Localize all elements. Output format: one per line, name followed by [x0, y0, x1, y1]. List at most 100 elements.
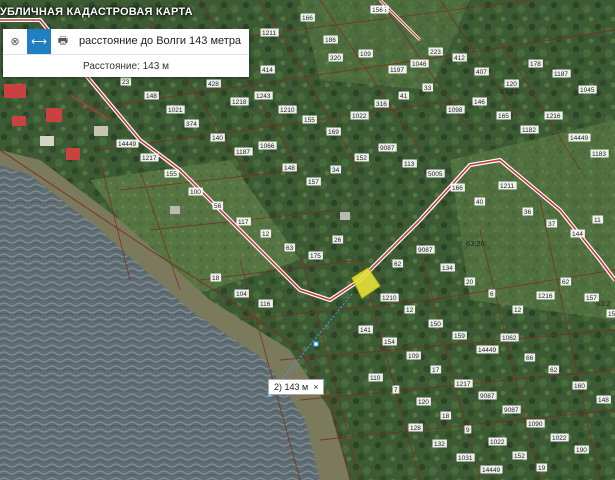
plot-label[interactable]: 113 [402, 159, 417, 169]
plot-label[interactable]: 12 [404, 305, 416, 315]
plot-label[interactable]: 120 [504, 79, 519, 89]
plot-label[interactable]: 1022 [550, 433, 569, 443]
plot-label[interactable]: 1062 [500, 333, 519, 343]
plot-label[interactable]: 1183 [590, 149, 609, 159]
plot-label[interactable]: 1217 [140, 153, 159, 163]
plot-label[interactable]: 66 [524, 353, 536, 363]
plot-label[interactable]: 134 [440, 263, 455, 273]
plot-label[interactable]: 26 [332, 235, 344, 245]
plot-label[interactable]: 159 [452, 331, 467, 341]
plot-label[interactable]: 223 [428, 47, 443, 57]
plot-label[interactable]: 1046 [410, 59, 429, 69]
close-icon[interactable]: × [313, 380, 318, 394]
plot-label[interactable]: 109 [406, 351, 421, 361]
plot-label[interactable]: 104 [234, 289, 249, 299]
plot-label[interactable]: 1218 [230, 97, 249, 107]
plot-label[interactable]: 62 [548, 365, 560, 375]
plot-label[interactable]: 1187 [234, 147, 253, 157]
plot-label[interactable]: 150 [428, 319, 443, 329]
plot-label[interactable]: 152 [512, 451, 527, 461]
plot-label[interactable]: 1187 [552, 69, 571, 79]
plot-label[interactable]: 9087 [502, 405, 521, 415]
plot-label[interactable]: 1022 [350, 111, 369, 121]
plot-label[interactable]: 20 [464, 277, 476, 287]
plot-label[interactable]: 36 [522, 207, 534, 217]
ruler-icon[interactable]: ⟷ [27, 29, 51, 54]
plot-label[interactable]: 148 [596, 395, 611, 405]
plot-label[interactable]: 165 [496, 111, 511, 121]
plot-label[interactable]: 178 [528, 59, 543, 69]
plot-label[interactable]: 19 [536, 463, 548, 473]
plot-label[interactable]: 1211 [498, 181, 517, 191]
plot-label[interactable]: 141 [358, 325, 373, 335]
plot-label[interactable]: 190 [574, 445, 589, 455]
plot-label[interactable]: 316 [374, 99, 389, 109]
plot-label[interactable]: 154 [382, 337, 397, 347]
plot-label[interactable]: 1210 [278, 105, 297, 115]
plot-label[interactable]: 41 [398, 91, 410, 101]
plot-label[interactable]: 155 [302, 115, 317, 125]
plot-label[interactable]: 1066 [258, 141, 277, 151]
plot-label[interactable]: 414 [260, 65, 275, 75]
plot-label[interactable]: 1182 [520, 125, 539, 135]
plot-label[interactable]: 169 [326, 127, 341, 137]
plot-label[interactable]: 1216 [544, 111, 563, 121]
plot-label[interactable]: 109 [358, 49, 373, 59]
plot-label[interactable]: 63 [284, 243, 296, 253]
plot-label[interactable]: 9 [464, 425, 472, 435]
measurement-vertex[interactable] [313, 341, 319, 347]
plot-label[interactable]: 1217 [454, 379, 473, 389]
plot-label[interactable]: 374 [184, 119, 199, 129]
plot-label[interactable]: 320 [328, 53, 343, 63]
plot-label[interactable]: 1211 [260, 28, 279, 38]
plot-label[interactable]: 152 [354, 153, 369, 163]
plot-label[interactable]: 148 [144, 91, 159, 101]
plot-label[interactable]: 175 [308, 251, 323, 261]
plot-label[interactable]: 9087 [478, 391, 497, 401]
plot-label[interactable]: 407 [474, 67, 489, 77]
plot-label[interactable]: 14449 [568, 133, 591, 143]
plot-label[interactable]: 412 [452, 53, 467, 63]
plot-label[interactable]: 110 [368, 373, 383, 383]
print-icon[interactable]: 🖶 [51, 29, 75, 54]
plot-label[interactable]: 1031 [456, 453, 475, 463]
plot-label[interactable]: 160 [572, 381, 587, 391]
plot-label[interactable]: 186 [323, 35, 338, 45]
plot-label[interactable]: 159 [606, 309, 615, 319]
plot-label[interactable]: 1243 [254, 91, 273, 101]
plot-label[interactable]: 1022 [488, 437, 507, 447]
plot-label[interactable]: 11 [592, 215, 604, 225]
plot-label[interactable]: 18 [440, 411, 452, 421]
plot-label[interactable]: 9087 [378, 143, 397, 153]
plot-label[interactable]: 1098 [446, 105, 465, 115]
plot-label[interactable]: 62 [560, 277, 572, 287]
plot-label[interactable]: 1216 [536, 291, 555, 301]
plot-label[interactable]: 33 [422, 83, 434, 93]
plot-label[interactable]: 1045 [578, 85, 597, 95]
plot-label[interactable]: 9087 [416, 245, 435, 255]
plot-label[interactable]: 128 [408, 423, 423, 433]
plot-label[interactable]: 140 [210, 133, 225, 143]
plot-label[interactable]: 1021 [166, 105, 185, 115]
plot-label[interactable]: 37 [546, 219, 558, 229]
plot-label[interactable]: 116 [258, 299, 273, 309]
plot-label[interactable]: 18 [210, 273, 222, 283]
plot-label[interactable]: 12 [512, 305, 524, 315]
plot-label[interactable]: 6 [488, 289, 496, 299]
plot-label[interactable]: 56 [212, 201, 224, 211]
plot-label[interactable]: 14449 [476, 345, 499, 355]
plot-label[interactable]: 12 [260, 229, 272, 239]
plot-label[interactable]: 7 [392, 385, 400, 395]
plot-label[interactable]: 14449 [116, 139, 139, 149]
plot-label[interactable]: 132 [432, 439, 447, 449]
plot-label[interactable]: 157 [584, 293, 599, 303]
plot-label[interactable]: 166 [300, 13, 315, 23]
plot-label[interactable]: 428 [206, 79, 221, 89]
plot-label[interactable]: 166 [450, 183, 465, 193]
plot-label[interactable]: 1197 [388, 65, 407, 75]
plot-label[interactable]: 144 [570, 229, 585, 239]
plot-label[interactable]: 14449 [480, 465, 503, 475]
plot-label[interactable]: 157 [306, 177, 321, 187]
plot-label[interactable]: 120 [416, 397, 431, 407]
plot-label[interactable]: 1210 [380, 293, 399, 303]
